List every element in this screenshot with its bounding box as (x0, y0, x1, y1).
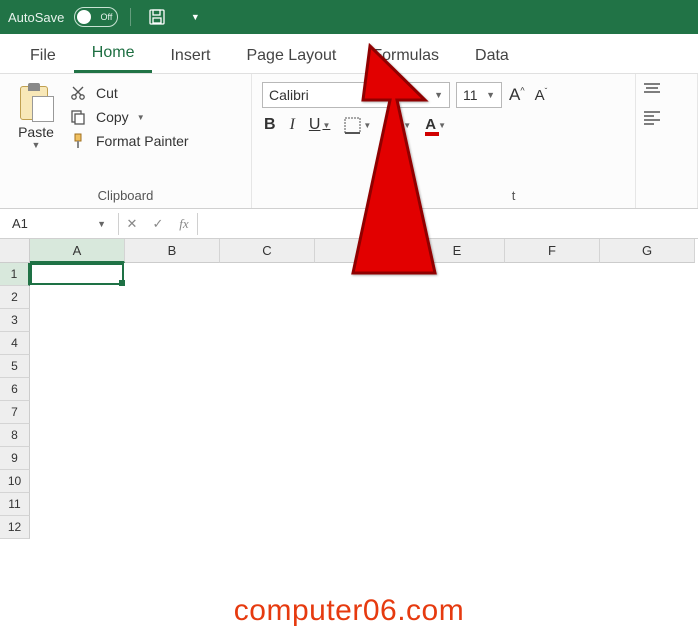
column-header[interactable]: A (30, 239, 125, 263)
chevron-down-icon: ▼ (363, 121, 371, 130)
row-header[interactable]: 12 (0, 516, 30, 539)
clipboard-group: Paste ▼ Cut Copy ▼ (0, 74, 252, 208)
copy-button[interactable]: Copy ▼ (68, 108, 189, 126)
spreadsheet-grid: 1 2 3 4 5 6 7 8 9 10 11 12 A B C D E F G (0, 239, 698, 539)
row-header[interactable]: 10 (0, 470, 30, 493)
tab-data[interactable]: Data (457, 39, 527, 73)
save-icon[interactable] (143, 3, 171, 31)
align-left-button[interactable] (642, 109, 691, 128)
format-painter-button[interactable]: Format Painter (68, 132, 189, 150)
autosave-toggle-text: Off (101, 12, 113, 22)
row-header[interactable]: 11 (0, 493, 30, 516)
clipboard-group-label: Clipboard (10, 188, 241, 206)
column-headers: A B C D E F G (30, 239, 698, 263)
font-size-value: 11 (463, 87, 478, 103)
column-header[interactable]: C (220, 239, 315, 263)
chevron-down-icon: ▼ (322, 121, 330, 130)
align-top-button[interactable] (642, 82, 691, 101)
active-cell[interactable] (30, 263, 124, 285)
font-color-icon: A (425, 116, 436, 134)
ribbon-tabs: File Home Insert Page Layout Formulas Da… (0, 34, 698, 74)
font-name-selector[interactable]: Calibri ▼ (262, 82, 450, 108)
qat-separator (130, 8, 131, 26)
row-header[interactable]: 1 (0, 263, 30, 286)
tab-page-layout[interactable]: Page Layout (228, 39, 354, 73)
column-header[interactable]: G (600, 239, 695, 263)
scissors-icon (68, 84, 88, 102)
formula-bar-input[interactable] (198, 211, 698, 237)
paintbrush-icon (68, 132, 88, 150)
fill-bucket-icon (385, 118, 401, 132)
title-bar: AutoSave Off ▼ (0, 0, 698, 34)
row-header[interactable]: 3 (0, 309, 30, 332)
row-header[interactable]: 4 (0, 332, 30, 355)
fill-color-button[interactable]: ▼ (385, 118, 411, 132)
row-header[interactable]: 7 (0, 401, 30, 424)
copy-icon (68, 108, 88, 126)
alignment-group (636, 74, 698, 208)
row-headers: 1 2 3 4 5 6 7 8 9 10 11 12 (0, 263, 30, 539)
row-header[interactable]: 2 (0, 286, 30, 309)
autosave-label: AutoSave (8, 10, 64, 25)
watermark: computer06.com (0, 594, 698, 628)
insert-function-button[interactable]: fx (171, 216, 197, 232)
chevron-down-icon: ▼ (403, 121, 411, 130)
underline-button[interactable]: U ▼ (309, 116, 330, 134)
chevron-down-icon: ▼ (438, 121, 446, 130)
row-header[interactable]: 6 (0, 378, 30, 401)
formula-bar-row: A1 ▼ ✕ ✓ fx (0, 209, 698, 239)
row-header[interactable]: 8 (0, 424, 30, 447)
chevron-down-icon: ▼ (486, 90, 495, 100)
cancel-formula-button[interactable]: ✕ (119, 216, 145, 232)
increase-font-size-button[interactable]: A^ (506, 85, 528, 105)
row-header[interactable]: 5 (0, 355, 30, 378)
bold-button[interactable]: B (264, 116, 276, 134)
autosave-toggle[interactable]: Off (74, 7, 118, 27)
font-color-button[interactable]: A ▼ (425, 116, 446, 134)
borders-button[interactable]: ▼ (344, 117, 371, 134)
format-painter-label: Format Painter (96, 133, 189, 149)
chevron-down-icon: ▼ (137, 113, 145, 122)
font-group: Calibri ▼ 11 ▼ A^ Aˇ B I U ▼ ▼ (252, 74, 636, 208)
chevron-down-icon: ▼ (434, 90, 443, 100)
copy-label: Copy (96, 109, 129, 125)
ribbon: Paste ▼ Cut Copy ▼ (0, 74, 698, 209)
paste-icon (18, 84, 54, 122)
tab-file[interactable]: File (12, 39, 74, 73)
cut-label: Cut (96, 85, 118, 101)
autosave-toggle-knob (77, 10, 91, 24)
name-box-value: A1 (12, 216, 28, 231)
tab-formulas[interactable]: Formulas (354, 39, 457, 73)
tab-insert[interactable]: Insert (152, 39, 228, 73)
fill-handle[interactable] (119, 280, 125, 286)
confirm-formula-button[interactable]: ✓ (145, 216, 171, 232)
cut-button[interactable]: Cut (68, 84, 189, 102)
column-header[interactable]: B (125, 239, 220, 263)
paste-label: Paste (18, 124, 54, 140)
chevron-down-icon: ▼ (32, 140, 41, 150)
font-size-selector[interactable]: 11 ▼ (456, 82, 502, 108)
column-header[interactable]: E (410, 239, 505, 263)
tab-home[interactable]: Home (74, 36, 153, 73)
name-box[interactable]: A1 ▼ (4, 211, 114, 237)
italic-button[interactable]: I (290, 116, 295, 134)
paste-button[interactable]: Paste ▼ (10, 80, 62, 150)
chevron-down-icon: ▼ (97, 219, 106, 229)
font-name-value: Calibri (269, 87, 309, 103)
font-group-label: t (264, 188, 623, 206)
column-header[interactable]: F (505, 239, 600, 263)
decrease-font-size-button[interactable]: Aˇ (532, 87, 551, 104)
qat-dropdown-icon[interactable]: ▼ (181, 3, 209, 31)
row-header[interactable]: 9 (0, 447, 30, 470)
column-header[interactable]: D (315, 239, 410, 263)
select-all-corner[interactable] (0, 239, 30, 263)
